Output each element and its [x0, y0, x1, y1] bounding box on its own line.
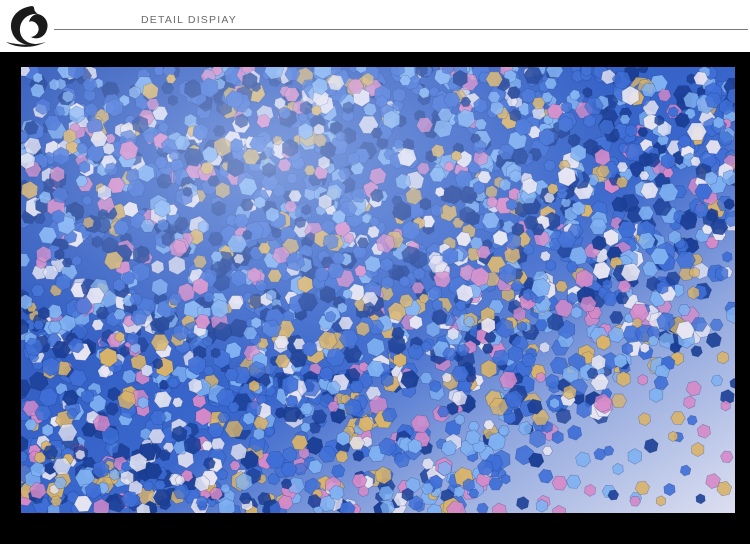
- product-detail-page: DETAIL DISPIAY: [0, 0, 750, 544]
- brand-logo-icon: [2, 2, 54, 50]
- glitter-photo: [21, 67, 735, 513]
- photo-highlight: [21, 67, 735, 513]
- glitter-image: [21, 67, 735, 513]
- header-divider: [54, 29, 748, 30]
- section-title: DETAIL DISPIAY: [141, 14, 237, 26]
